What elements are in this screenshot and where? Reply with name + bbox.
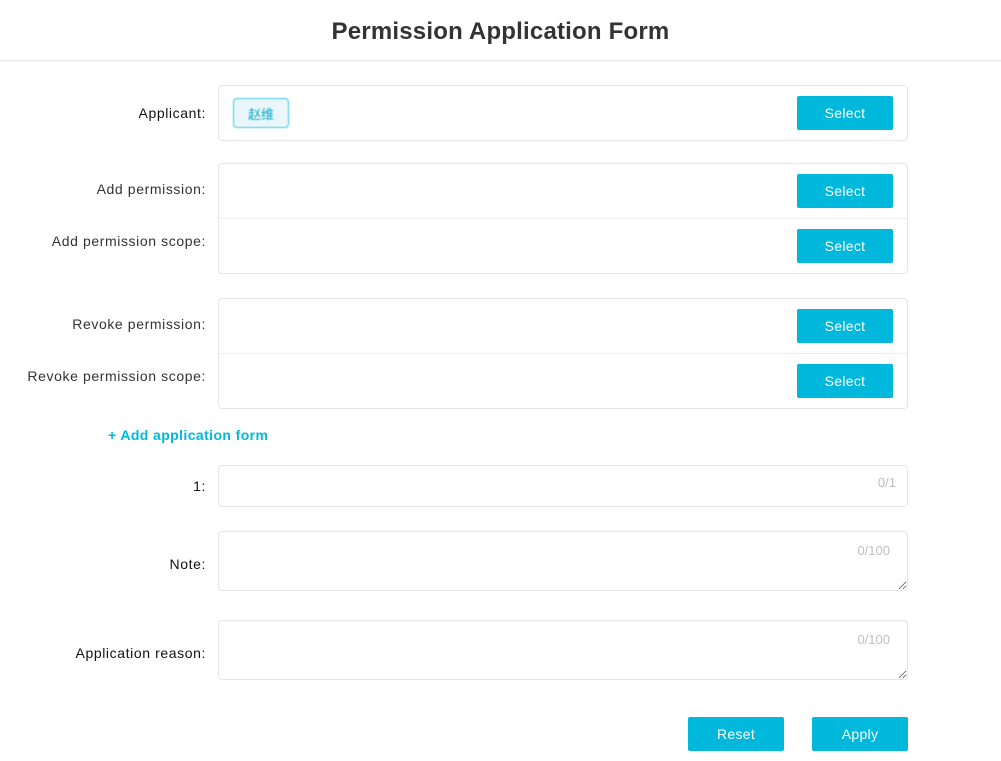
add-permission-label: Add permission: [97, 181, 206, 197]
revoke-permission-scope-label: Revoke permission scope: [27, 368, 206, 384]
divider [0, 60, 1001, 61]
permission-application-form: Applicant: 赵维 Select Add permission: Add… [8, 85, 908, 761]
revoke-permission-select-button[interactable]: Select [797, 309, 893, 343]
add-permission-card: Select Select [218, 163, 908, 274]
note-textarea[interactable] [218, 531, 908, 591]
reason-label: Application reason: [8, 620, 218, 685]
add-permission-scope-label: Add permission scope: [52, 233, 206, 249]
applicant-chip[interactable]: 赵维 [233, 98, 289, 128]
page-title: Permission Application Form [0, 0, 1001, 60]
applicant-label: Applicant: [8, 85, 218, 141]
add-permission-select-button[interactable]: Select [797, 174, 893, 208]
add-permission-scope-select-button[interactable]: Select [797, 229, 893, 263]
reason-textarea[interactable] [218, 620, 908, 680]
add-application-form-link[interactable]: + Add application form [108, 427, 268, 443]
field-1-input[interactable] [218, 465, 908, 507]
note-label: Note: [8, 531, 218, 596]
revoke-permission-card: Select Select [218, 298, 908, 409]
field-1-label: 1: [8, 465, 218, 507]
applicant-card: 赵维 Select [218, 85, 908, 141]
revoke-permission-scope-select-button[interactable]: Select [797, 364, 893, 398]
reset-button[interactable]: Reset [688, 717, 784, 751]
applicant-select-button[interactable]: Select [797, 96, 893, 130]
apply-button[interactable]: Apply [812, 717, 908, 751]
revoke-permission-label: Revoke permission: [72, 316, 206, 332]
